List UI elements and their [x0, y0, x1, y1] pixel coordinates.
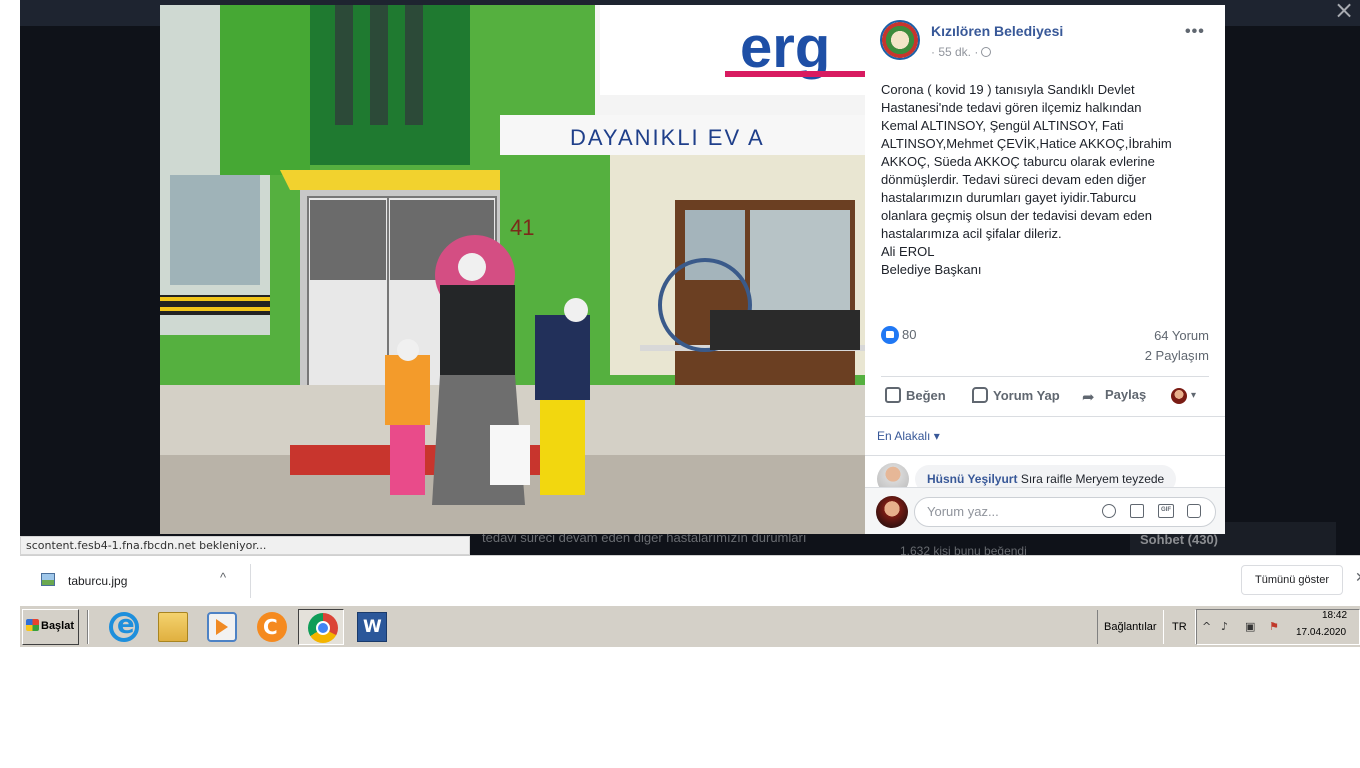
post-side-panel: Kızılören Belediyesi · 55 dk. · ••• Coro… [865, 5, 1225, 534]
like-reaction-icon[interactable] [881, 326, 899, 344]
page-name[interactable]: Kızılören Belediyesi [931, 23, 1063, 39]
thumbs-up-icon [885, 387, 901, 403]
show-all-button[interactable]: Tümünü göster [1241, 565, 1343, 595]
divider [87, 610, 89, 644]
post-photo[interactable]: 41 erg DAYANIKLI EV A [160, 5, 865, 534]
post-text-line: hastalarımızın durumları gayet iyidir.Ta… [881, 190, 1137, 205]
post-text-line: hastalarımıza acil şifalar dileriz. [881, 226, 1062, 241]
comment-button[interactable]: Yorum Yap [972, 387, 1060, 403]
language-indicator[interactable]: TR [1164, 610, 1196, 644]
comment-text: Sıra raifle Meryem teyzede [1020, 472, 1165, 486]
word-icon [357, 612, 387, 642]
folder-icon [158, 612, 188, 642]
post-actions: Beğen Yorum Yap Paylaş ▾ [865, 383, 1225, 413]
like-count[interactable]: 80 [902, 327, 916, 342]
like-button-label: Beğen [906, 388, 946, 403]
post-text-line: Corona ( kovid 19 ) tanısıyla Sandıklı D… [881, 82, 1135, 97]
emoji-icon[interactable] [1102, 504, 1116, 518]
media-player-icon [207, 612, 237, 642]
share-count[interactable]: 2 Paylaşım [1145, 348, 1209, 363]
chrome-icon [308, 613, 338, 643]
viewer-close-icon[interactable]: × [1334, 0, 1354, 24]
chevron-up-icon[interactable]: ^ [220, 570, 226, 585]
more-options-icon[interactable]: ••• [1185, 23, 1205, 41]
taskbar-chrome[interactable] [298, 609, 344, 645]
post-text-line: ALTINSOY,Mehmet ÇEVİK,Hatice AKKOÇ,İbrah… [881, 136, 1172, 151]
share-button[interactable]: Paylaş [1082, 387, 1146, 404]
post-text-line: Belediye Başkanı [881, 262, 982, 277]
post-text-line: Ali EROL [881, 244, 935, 259]
camera-icon[interactable] [1130, 504, 1144, 518]
links-toolbar[interactable]: Bağlantılar [1097, 610, 1164, 644]
network-icon[interactable]: ▣ [1245, 620, 1258, 633]
divider [250, 564, 251, 598]
taskbar-media-player[interactable] [198, 609, 244, 645]
download-item-name[interactable]: taburcu.jpg [68, 574, 127, 588]
post-text: Corona ( kovid 19 ) tanısıyla Sandıklı D… [881, 81, 1206, 279]
gif-icon[interactable]: GIF [1158, 504, 1174, 518]
comment-author[interactable]: Hüsnü Yeşilyurt [927, 472, 1017, 486]
taskbar-internet-explorer[interactable] [100, 609, 146, 645]
sticker-icon[interactable] [1187, 504, 1201, 518]
show-hidden-icons-icon[interactable]: ^ [1202, 620, 1215, 633]
post-text-line: Hastanesi'nde tedavi gören ilçemiz halkı… [881, 100, 1142, 115]
security-alert-icon[interactable]: ⚑ [1269, 620, 1282, 633]
post-text-line: olanlara geçmiş olsun der tedavisi devam… [881, 208, 1152, 223]
divider [881, 376, 1209, 377]
comment-bubble-icon [972, 387, 988, 403]
internet-explorer-icon [109, 610, 139, 642]
close-icon[interactable]: ✕ [1355, 569, 1360, 586]
svg-text:erg: erg [740, 15, 830, 80]
volume-icon[interactable]: ♪ [1221, 620, 1234, 633]
divider [865, 455, 1225, 456]
photo-scene: 41 erg DAYANIKLI EV A [160, 5, 865, 534]
divider [865, 416, 1225, 417]
image-file-icon [41, 573, 55, 586]
post-time[interactable]: · 55 dk. · [931, 45, 992, 59]
taskbar-ccleaner[interactable] [248, 609, 294, 645]
post-text-line: Kemal ALTINSOY, Şengül ALTINSOY, Fati [881, 118, 1124, 133]
globe-icon [981, 47, 992, 57]
user-avatar[interactable] [876, 496, 908, 528]
post-text-line: dönmüşlerdir. Tedavi süreci devam eden d… [881, 172, 1146, 187]
actor-selector-avatar[interactable] [1171, 388, 1187, 404]
downloads-bar: taburcu.jpg ^ Tümünü göster ✕ [20, 555, 1360, 605]
windows-logo-icon [26, 619, 39, 631]
taskbar-word[interactable] [348, 609, 394, 645]
start-label: Başlat [41, 620, 75, 632]
chevron-down-icon[interactable]: ▾ [1191, 390, 1196, 401]
status-bar-url: scontent.fesb4-1.fna.fbcdn.net bekleniyo… [20, 536, 470, 555]
ccleaner-icon [257, 612, 287, 642]
comment-composer: Yorum yaz... GIF [865, 487, 1225, 534]
taskbar-file-explorer[interactable] [149, 609, 195, 645]
clock-date[interactable]: 17.04.2020 [1296, 627, 1346, 638]
comment-count[interactable]: 64 Yorum [1154, 328, 1209, 343]
post-text-line: AKKOÇ, Süeda AKKOÇ taburcu olarak evleri… [881, 154, 1155, 169]
comment-button-label: Yorum Yap [993, 388, 1060, 403]
svg-text:41: 41 [510, 215, 534, 240]
like-button[interactable]: Beğen [885, 387, 946, 403]
share-button-label: Paylaş [1105, 387, 1147, 402]
comment-sort-dropdown[interactable]: En Alakalı ▾ [877, 429, 940, 443]
taskbar: Başlat Bağlantılar TR ^ ♪ ▣ ⚑ [20, 605, 1360, 647]
page-avatar[interactable] [880, 20, 920, 60]
start-button[interactable]: Başlat [22, 609, 79, 645]
clock-time[interactable]: 18:42 [1322, 610, 1358, 621]
svg-text:DAYANIKLI EV A: DAYANIKLI EV A [570, 125, 765, 150]
share-arrow-icon [1082, 388, 1100, 404]
post-time-text[interactable]: · 55 dk. · [931, 45, 978, 59]
